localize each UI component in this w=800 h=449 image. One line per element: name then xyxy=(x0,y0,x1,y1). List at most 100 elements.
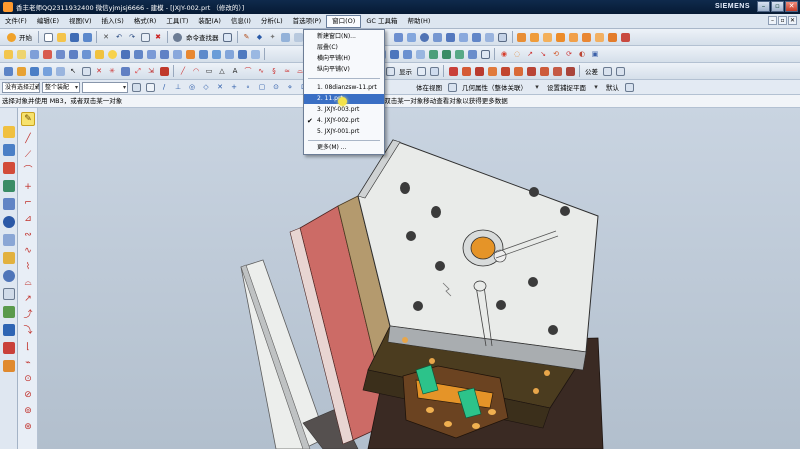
assembly-navigator-icon[interactable] xyxy=(3,126,15,138)
pencil-icon[interactable]: ✎ xyxy=(241,31,253,43)
arc-icon[interactable]: ◠ xyxy=(190,65,202,77)
perspective-icon[interactable] xyxy=(54,65,66,77)
edge-blend-icon[interactable] xyxy=(184,48,196,60)
wcs-icon[interactable]: ⤢ xyxy=(132,65,144,77)
geometry-property-label[interactable]: 几何属性（整体关联） xyxy=(460,82,529,92)
snap-plane-label[interactable]: 设置捕捉平面 xyxy=(545,82,588,92)
offset-face-icon[interactable] xyxy=(594,31,606,43)
menu-window[interactable]: 窗口(O) xyxy=(326,14,362,28)
sketch-conic-icon[interactable]: ⌓ xyxy=(21,276,35,290)
pan-icon[interactable] xyxy=(28,65,40,77)
sketch-rectangle-icon[interactable]: ⊿ xyxy=(21,212,35,226)
clip-icon[interactable] xyxy=(538,65,550,77)
palette-icon[interactable] xyxy=(3,342,15,354)
menu-file[interactable]: 文件(F) xyxy=(0,15,32,28)
system-scene-icon[interactable] xyxy=(3,324,15,336)
snap-plane-dropdown-icon[interactable]: ▾ xyxy=(590,81,602,93)
menu-gc-toolkit[interactable]: GC 工具箱 xyxy=(361,15,402,28)
conic-icon[interactable]: ⌒ xyxy=(242,65,254,77)
extract-icon[interactable] xyxy=(210,48,222,60)
tolerance-label[interactable]: 公差 xyxy=(583,66,600,76)
mold-tool-f-icon[interactable]: ⟳ xyxy=(563,48,575,60)
hidden-edge-icon[interactable] xyxy=(512,65,524,77)
scale-body-icon[interactable] xyxy=(607,31,619,43)
arrow-select-icon[interactable]: ↖ xyxy=(67,65,79,77)
geometry-dropdown-icon[interactable]: ▾ xyxy=(531,81,543,93)
mold-tool-a-icon[interactable]: ◉ xyxy=(498,48,510,60)
menu-edit[interactable]: 编辑(E) xyxy=(32,15,64,28)
cut-icon[interactable]: ✕ xyxy=(100,31,112,43)
cylinder-icon[interactable] xyxy=(80,48,92,60)
selection-filter-dropdown[interactable]: 没有选择过滤器 xyxy=(2,81,40,93)
dd-file-5[interactable]: 5. JXJY-001.prt xyxy=(304,127,384,137)
doc-minimize-button[interactable]: – xyxy=(768,16,777,25)
dd-more[interactable]: 更多(M) ... xyxy=(304,143,384,153)
thicken-icon[interactable] xyxy=(223,48,235,60)
blend-icon[interactable] xyxy=(516,31,528,43)
sketch-trim-icon[interactable]: ⤴ xyxy=(21,308,35,322)
thread-icon[interactable] xyxy=(197,48,209,60)
sketch-polygon-icon[interactable]: ∾ xyxy=(21,228,35,242)
wireframe-icon[interactable] xyxy=(447,65,459,77)
view-body-label[interactable]: 体在视图 xyxy=(414,82,444,92)
pattern-icon[interactable] xyxy=(158,48,170,60)
edit-section-icon[interactable] xyxy=(428,65,440,77)
datum-csys-icon[interactable] xyxy=(41,48,53,60)
default-icon[interactable] xyxy=(623,81,635,93)
sketch-icon[interactable] xyxy=(2,48,14,60)
grid-icon[interactable] xyxy=(80,65,92,77)
dd-cascade[interactable]: 层叠(C) xyxy=(304,43,384,53)
curvature-icon[interactable] xyxy=(564,65,576,77)
constraint-navigator-icon[interactable] xyxy=(3,144,15,156)
sketch-auto-constrain-icon[interactable]: ⊛ xyxy=(21,420,35,434)
show-label[interactable]: 显示 xyxy=(397,66,414,76)
sketch-constraint-icon[interactable]: ⊘ xyxy=(21,388,35,402)
sketch-spline-icon[interactable]: ∿ xyxy=(21,244,35,258)
snap-intersection-icon[interactable]: ✕ xyxy=(214,81,226,93)
menu-format[interactable]: 格式(R) xyxy=(129,15,162,28)
groove-icon[interactable] xyxy=(484,31,496,43)
dd-file-4[interactable]: 4. JXJY-002.prt xyxy=(304,116,384,126)
swept-icon[interactable] xyxy=(249,48,261,60)
snap-existing-icon[interactable]: + xyxy=(228,81,240,93)
sketch-arc-icon[interactable]: ⌒ xyxy=(21,164,35,178)
shell-icon[interactable] xyxy=(555,31,567,43)
roles-icon[interactable] xyxy=(3,306,15,318)
fit-view-icon[interactable] xyxy=(2,65,14,77)
dd-file-3[interactable]: 3. JXJY-003.prt xyxy=(304,105,384,115)
section-view-icon[interactable] xyxy=(525,65,537,77)
synchronous-icon[interactable] xyxy=(466,48,478,60)
redo-icon[interactable]: ↷ xyxy=(126,31,138,43)
nx-app-icon[interactable] xyxy=(3,2,13,12)
studio-icon[interactable] xyxy=(486,65,498,77)
offset-curve-icon[interactable]: ≈ xyxy=(281,65,293,77)
invert-show-icon[interactable] xyxy=(415,65,427,77)
sketch-corner-icon[interactable]: ⌊ xyxy=(21,340,35,354)
manufacturing-wizards-icon[interactable] xyxy=(3,288,15,300)
snap-center-icon[interactable]: ◎ xyxy=(186,81,198,93)
sketch-fillet-icon[interactable]: ⌐ xyxy=(21,196,35,210)
hd3d-tools-icon[interactable] xyxy=(3,198,15,210)
sew-icon[interactable] xyxy=(620,31,632,43)
dd-new-window[interactable]: 新建窗口(N)... xyxy=(304,32,384,42)
block-icon[interactable] xyxy=(67,48,79,60)
sketch-offset-icon[interactable]: ↗ xyxy=(21,292,35,306)
dd-tile-horizontal[interactable]: 横向平铺(H) xyxy=(304,54,384,64)
part-navigator-icon[interactable] xyxy=(3,162,15,174)
rectangle-icon[interactable]: ▭ xyxy=(203,65,215,77)
web-browser-icon[interactable] xyxy=(3,216,15,228)
datum-axis-icon[interactable] xyxy=(28,48,40,60)
doc-restore-button[interactable]: ▫ xyxy=(778,16,787,25)
menu-preferences[interactable]: 首选项(P) xyxy=(288,15,327,28)
doc-close-button[interactable]: ✕ xyxy=(788,16,797,25)
partial-shade-icon[interactable] xyxy=(499,65,511,77)
start-button[interactable]: 开始 xyxy=(2,31,35,43)
zoom-icon[interactable] xyxy=(15,65,27,77)
mold-tool-g-icon[interactable]: ◐ xyxy=(576,48,588,60)
text-icon[interactable]: A xyxy=(229,65,241,77)
new-file-icon[interactable] xyxy=(42,31,54,43)
replace-face-icon[interactable] xyxy=(427,48,439,60)
maximize-button[interactable]: ▫ xyxy=(771,1,784,12)
split-body-icon[interactable] xyxy=(581,31,593,43)
dd-tile-vertical[interactable]: 纵向平铺(V) xyxy=(304,65,384,75)
